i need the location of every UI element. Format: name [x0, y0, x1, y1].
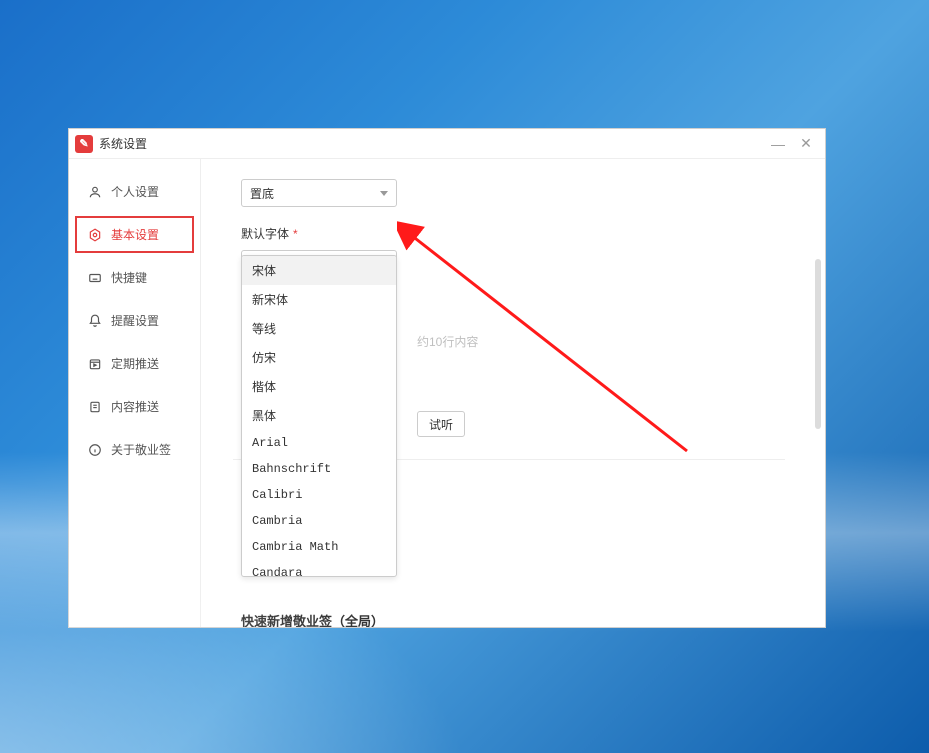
font-option[interactable]: Bahnschrift [242, 456, 396, 482]
font-option[interactable]: 楷体 [242, 372, 396, 401]
font-option[interactable]: 等线 [242, 314, 396, 343]
sidebar: 个人设置 基本设置 快捷键 提醒设置 [69, 159, 201, 627]
sidebar-item-shortcut[interactable]: 快捷键 [69, 259, 200, 296]
font-dropdown: 宋体新宋体等线仿宋楷体黑体ArialBahnschriftCalibriCamb… [241, 255, 397, 577]
font-option[interactable]: Candara [242, 560, 396, 577]
annotation-arrow [397, 221, 697, 481]
sidebar-item-basic[interactable]: 基本设置 [75, 216, 194, 253]
window-controls: — ✕ [771, 137, 819, 151]
sidebar-item-about[interactable]: 关于敬业签 [69, 431, 200, 468]
font-field-label: 默认字体 * [241, 225, 785, 242]
sidebar-item-label: 提醒设置 [111, 312, 159, 329]
position-select[interactable]: 置底 [241, 179, 397, 207]
person-icon [87, 184, 103, 200]
close-button[interactable]: ✕ [799, 137, 813, 151]
sidebar-item-label: 内容推送 [111, 398, 159, 415]
document-icon [87, 399, 103, 415]
titlebar: ✎ 系统设置 — ✕ [69, 129, 825, 159]
sidebar-item-label: 个人设置 [111, 183, 159, 200]
font-option[interactable]: Arial [242, 430, 396, 456]
font-option[interactable]: 新宋体 [242, 285, 396, 314]
font-option[interactable]: Cambria Math [242, 534, 396, 560]
sidebar-item-label: 定期推送 [111, 355, 159, 372]
window-body: 个人设置 基本设置 快捷键 提醒设置 [69, 159, 825, 627]
sidebar-item-label: 关于敬业签 [111, 441, 171, 458]
font-label-text: 默认字体 [241, 225, 289, 242]
sidebar-item-schedule[interactable]: 定期推送 [69, 345, 200, 382]
calendar-icon [87, 356, 103, 372]
settings-window: ✎ 系统设置 — ✕ 个人设置 基本设置 [68, 128, 826, 628]
bell-icon [87, 313, 103, 329]
minimize-button[interactable]: — [771, 137, 785, 151]
font-option[interactable]: Cambria [242, 508, 396, 534]
scrollbar-thumb[interactable] [815, 259, 821, 429]
required-mark: * [293, 227, 298, 241]
info-icon [87, 442, 103, 458]
gear-icon [87, 227, 103, 243]
font-option[interactable]: Calibri [242, 482, 396, 508]
font-option[interactable]: 仿宋 [242, 343, 396, 372]
sidebar-item-label: 快捷键 [111, 269, 147, 286]
sidebar-item-content[interactable]: 内容推送 [69, 388, 200, 425]
window-title: 系统设置 [99, 135, 147, 152]
sidebar-item-personal[interactable]: 个人设置 [69, 173, 200, 210]
app-icon: ✎ [75, 135, 93, 153]
content-panel: 置底 默认字体 * 宋体 宋体新宋体等线仿宋楷体黑体ArialBahnschri… [201, 159, 825, 627]
font-option[interactable]: 黑体 [242, 401, 396, 430]
chevron-down-icon [380, 191, 388, 196]
position-select-value: 置底 [250, 185, 274, 202]
sidebar-item-reminder[interactable]: 提醒设置 [69, 302, 200, 339]
listen-button[interactable]: 试听 [417, 411, 465, 437]
sidebar-item-label: 基本设置 [111, 226, 159, 243]
font-dropdown-list[interactable]: 宋体新宋体等线仿宋楷体黑体ArialBahnschriftCalibriCamb… [242, 256, 396, 577]
placeholder-hint: 约10行内容 [417, 333, 478, 350]
keyboard-icon [87, 270, 103, 286]
font-option[interactable]: 宋体 [242, 256, 396, 285]
section-heading-cutoff: 快速新增敬业签（全局） [241, 611, 384, 627]
